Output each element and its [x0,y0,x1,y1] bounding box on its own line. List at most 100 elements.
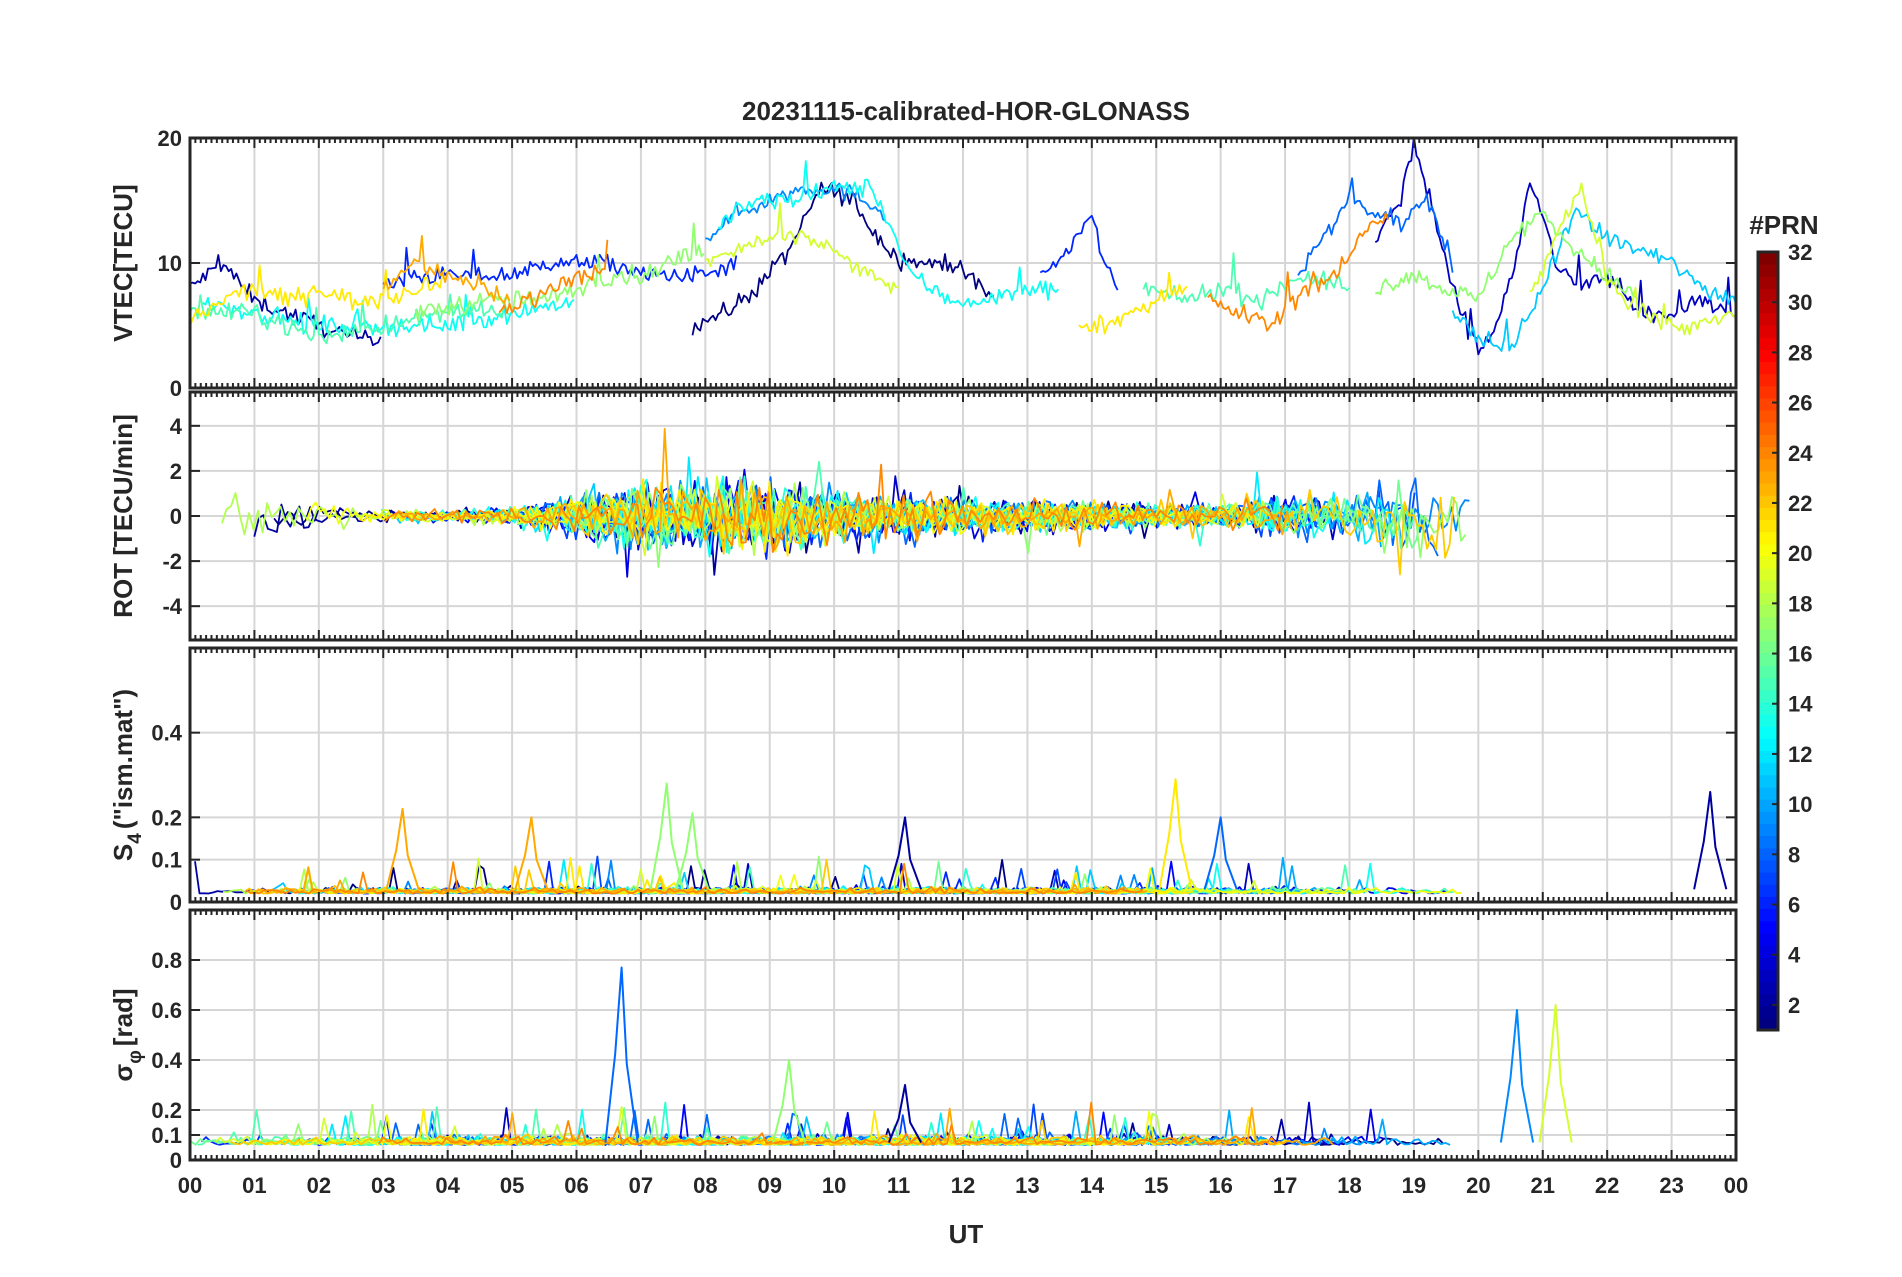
x-tick-label: 03 [371,1173,395,1198]
colorbar-segment [1758,410,1778,423]
colorbar-segment [1758,762,1778,776]
colorbar-tick-label: 30 [1788,290,1812,315]
y-tick-label: 20 [158,126,182,151]
y-tick-label: 0 [170,376,182,401]
x-tick-label: 04 [435,1173,460,1198]
colorbar-segment [1758,689,1778,703]
colorbar-segment [1758,324,1778,338]
y-tick-label: 0.2 [151,1098,182,1123]
y-tick-label: 0 [170,1148,182,1173]
colorbar-tick-label: 28 [1788,340,1812,365]
y-axis-label-main: σ [108,1064,138,1082]
colorbar-segment [1758,920,1778,934]
colorbar-tick-label: 18 [1788,591,1812,616]
y-tick-label: -4 [162,594,182,619]
y-tick-label: 0.1 [151,848,182,873]
y-tick-label: -2 [162,549,182,574]
x-tick-label: 22 [1595,1173,1619,1198]
colorbar-segment [1758,969,1778,982]
colorbar-segment [1758,385,1778,399]
x-tick-label: 13 [1015,1173,1039,1198]
x-tick-label: 07 [629,1173,653,1198]
x-tick-label: 19 [1402,1173,1426,1198]
x-axis-label: UT [949,1219,984,1249]
colorbar-segment [1758,908,1778,922]
colorbar-segment [1758,555,1778,569]
colorbar-segment [1758,981,1778,995]
colorbar-segment [1758,519,1778,533]
colorbar-segment [1758,349,1778,363]
x-tick-label: 23 [1659,1173,1683,1198]
x-tick-label: 14 [1080,1173,1105,1198]
colorbar-segment [1758,896,1778,910]
colorbar-segment [1758,373,1778,387]
x-tick-label: 05 [500,1173,524,1198]
colorbar-segment [1758,799,1778,812]
x-tick-label: 09 [758,1173,782,1198]
y-tick-label: 0 [170,890,182,915]
colorbar-tick-label: 10 [1788,792,1812,817]
x-tick-label: 11 [887,1173,910,1198]
colorbar-segment [1758,580,1778,593]
colorbar-segment [1758,677,1778,691]
colorbar-segment [1758,458,1778,472]
y-tick-label: 0.2 [151,805,182,830]
y-tick-label: 0.1 [151,1123,182,1148]
colorbar-segment [1758,811,1778,824]
colorbar-segment [1758,312,1778,326]
colorbar-segment [1758,531,1778,545]
y-tick-label: 0.6 [151,998,182,1023]
x-tick-label: 16 [1208,1173,1232,1198]
x-tick-label: 21 [1531,1173,1555,1198]
panel-sigma_phi: 00.10.2 0.4 0.6 0.8 σφ [rad] 00 01 02 03 04 05 06 07 0… [108,908,1748,1198]
colorbar-segment [1758,713,1778,727]
panel-rot: -4 -2 0 2 4 ROT [TECU/min] [108,390,1738,642]
colorbar-segment [1758,276,1778,290]
colorbar-segment [1758,361,1778,375]
colorbar-tick-label: 6 [1788,893,1800,918]
colorbar-segment [1758,337,1778,350]
x-tick-label: 10 [822,1173,846,1198]
x-tick-label: 00 [1724,1173,1748,1198]
x-tick-label: 18 [1337,1173,1361,1198]
colorbar-tick-label: 24 [1788,441,1813,466]
y-axis-label-sub: φ [125,1050,146,1064]
colorbar-segment [1758,957,1778,970]
x-tick-label: 17 [1273,1173,1297,1198]
y-tick-label: 0.8 [151,948,182,973]
colorbar-segment [1758,568,1778,581]
colorbar-segment [1758,653,1778,666]
y-tick-label: 10 [158,251,182,276]
colorbar-segment [1758,835,1778,849]
panels: 01020VTEC[TECU]-4-2024ROT [TECU/min]00.1… [108,126,1748,1198]
colorbar-tick-label: 20 [1788,541,1812,566]
y-axis-label-rest: ("ism.mat") [108,689,138,829]
colorbar-tick-label: 32 [1788,240,1812,265]
colorbar-segment [1758,470,1778,484]
colorbar-tick-label: 26 [1788,391,1812,416]
y-tick-label: 4 [170,414,183,439]
colorbar-segment [1758,543,1778,557]
colorbar-segment [1758,871,1778,885]
colorbar-segment [1758,482,1778,496]
colorbar-label: #PRN [1749,210,1818,240]
colorbar-tick-label: 4 [1788,943,1801,968]
x-tick-label: 20 [1466,1173,1490,1198]
panel-vtec: 0 10 20 VTEC[TECU] [108,126,1738,401]
y-axis-label-main: S [108,844,138,861]
x-tick-label: 01 [242,1173,266,1198]
colorbar-tick-label: 2 [1788,993,1800,1018]
colorbar-segment [1758,628,1778,642]
colorbar-segment [1758,884,1778,897]
colorbar-segment [1758,604,1778,618]
colorbar-segment [1758,264,1778,277]
colorbar-segment [1758,288,1778,302]
colorbar-segment [1758,944,1778,958]
x-tick-label: 06 [564,1173,588,1198]
colorbar-segment [1758,616,1778,630]
x-tick-label: 15 [1144,1173,1168,1198]
colorbar-segment [1758,823,1778,837]
colorbar-segment [1758,434,1778,448]
colorbar-segment [1758,786,1778,800]
colorbar-segment [1758,750,1778,764]
